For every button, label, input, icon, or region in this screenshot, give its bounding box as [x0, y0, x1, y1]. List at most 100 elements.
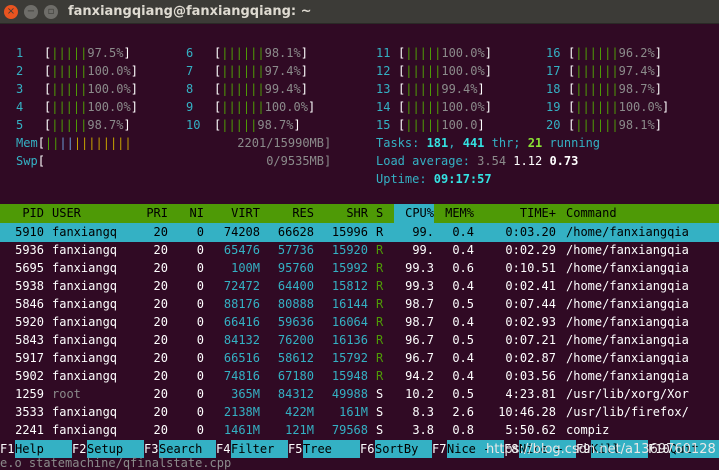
cell-time: 0:02.29 — [505, 243, 556, 257]
cpu-number: 12 — [376, 64, 391, 78]
cell-pri: 20 — [153, 315, 168, 329]
cell-s: R — [376, 261, 384, 275]
cell-cmd: /home/fanxiangqia — [566, 315, 689, 329]
uptime-line: Uptime: 09:17:57 — [376, 170, 492, 188]
fkey-action-tree[interactable]: Tree — [303, 440, 360, 458]
running-label: running — [542, 136, 601, 150]
cpu-percent: 98.1% — [618, 118, 655, 132]
fkey-action-filter[interactable]: Filter — [231, 440, 288, 458]
cell-s: S — [376, 387, 384, 401]
cpu-usage-bar: ||||| — [51, 64, 88, 78]
cpu-usage-bar: |||||| — [575, 118, 619, 132]
cpu-meter-15: 15 [|||||100.0] — [376, 118, 485, 132]
cell-cmd: /home/fanxiangqia — [566, 261, 689, 275]
cell-pri: 20 — [153, 351, 168, 365]
maximize-window-button[interactable]: ▫ — [44, 5, 58, 19]
cell-user: fanxiangq — [52, 405, 118, 419]
cpu-usage-bar: |||||| — [575, 100, 619, 114]
column-header-ni[interactable]: NI — [176, 204, 204, 223]
cell-cpu: 96.7 — [405, 351, 434, 365]
column-header-virt[interactable]: VIRT — [212, 204, 260, 223]
cpu-number: 3 — [16, 82, 24, 96]
cell-ni: 0 — [196, 333, 204, 347]
cell-virt: 1461M — [223, 423, 260, 437]
process-row[interactable]: 1259 root 20 0 365M 84312 49988 S 10.2 0.5 4:23.81… — [0, 385, 719, 404]
cpu-percent: 98.7% — [257, 118, 294, 132]
cell-pid: 5920 — [15, 315, 44, 329]
cpu-percent: 97.4% — [264, 64, 301, 78]
load-1min: 3.54 — [477, 154, 507, 168]
cell-virt: 88176 — [223, 297, 260, 311]
column-header-cmd[interactable]: Command — [566, 204, 719, 223]
process-row[interactable]: 5902 fanxiangq 20 0 74816 67180 15948 R 94.2 0.4 0… — [0, 367, 719, 386]
cell-cpu: 99. — [412, 225, 434, 239]
cell-virt: 84132 — [223, 333, 260, 347]
cell-pid: 5910 — [15, 225, 44, 239]
cell-res: 67180 — [277, 369, 314, 383]
column-header-cpu[interactable]: CPU% — [394, 204, 434, 223]
column-header-mem[interactable]: MEM% — [438, 204, 474, 223]
cell-user: fanxiangq — [52, 261, 118, 275]
column-header-pri[interactable]: PRI — [140, 204, 168, 223]
fkey-f6: F6 — [360, 442, 375, 456]
column-header-pid[interactable]: PID — [4, 204, 44, 223]
cpu-usage-bar: ||||| — [405, 118, 442, 132]
process-row[interactable]: 2241 fanxiangq 20 0 1461M 121M 79568 S 3.8 0.8 5:5… — [0, 421, 719, 440]
cell-shr: 15948 — [331, 369, 368, 383]
process-row[interactable]: 5695 fanxiangq 20 0 100M 95760 15992 R 99.3 0.6 0:… — [0, 259, 719, 278]
cpu-percent: 99.4% — [264, 82, 301, 96]
mem-meter: Mem[|||||||||||| — [16, 136, 132, 150]
fkey-action-sortby[interactable]: SortBy — [375, 440, 432, 458]
process-row[interactable]: 5920 fanxiangq 20 0 66416 59636 16064 R 98.7 0.4 0… — [0, 313, 719, 332]
minimize-window-button[interactable]: − — [24, 5, 38, 19]
column-header-shr[interactable]: SHR — [320, 204, 368, 223]
cell-cmd: /home/fanxiangqia — [566, 243, 689, 257]
cpu-meter-12: 12 [|||||100.0%] — [376, 64, 492, 78]
close-window-button[interactable]: × — [4, 5, 18, 19]
cell-pri: 20 — [153, 279, 168, 293]
process-row[interactable]: 3533 fanxiangq 20 0 2138M 422M 161M S 8.3 2.6 10:4… — [0, 403, 719, 422]
process-row[interactable]: 5936 fanxiangq 20 0 65476 57736 15920 R 99. 0.4 0:… — [0, 241, 719, 260]
terminal-area[interactable]: 1 [|||||97.5%] 2 [|||||100.0%] 3 [|||||100.0%… — [0, 24, 719, 470]
cell-virt: 66516 — [223, 351, 260, 365]
cell-s: R — [376, 351, 384, 365]
cell-pid: 5846 — [15, 297, 44, 311]
cell-shr: 161M — [339, 405, 368, 419]
cell-shr: 79568 — [331, 423, 368, 437]
cell-time: 0:03.20 — [505, 225, 556, 239]
cpu-number: 13 — [376, 82, 391, 96]
cell-s: R — [376, 297, 384, 311]
cell-res: 121M — [285, 423, 314, 437]
cell-cpu: 94.2 — [405, 369, 434, 383]
process-row[interactable]: 5846 fanxiangq 20 0 88176 80888 16144 R 98.7 0.5 0… — [0, 295, 719, 314]
process-table-header[interactable]: PID USER PRI NI VIRT RES SHR S CPU% MEM% TIME+ Comm… — [0, 204, 719, 223]
cell-shr: 16144 — [331, 297, 368, 311]
cell-cpu: 99.3 — [405, 261, 434, 275]
cell-ni: 0 — [196, 351, 204, 365]
cell-shr: 15996 — [331, 225, 368, 239]
cell-cmd: /usr/lib/firefox/ — [566, 405, 689, 419]
cpu-number: 4 — [16, 100, 24, 114]
column-header-user[interactable]: USER — [52, 204, 142, 223]
cpu-percent: 96.2% — [618, 46, 655, 60]
cell-virt: 72472 — [223, 279, 260, 293]
column-header-time[interactable]: TIME+ — [484, 204, 556, 223]
cell-pid: 5917 — [15, 351, 44, 365]
mem-bar-used: || — [44, 136, 60, 150]
cell-cpu: 99.3 — [405, 279, 434, 293]
cell-pid: 5938 — [15, 279, 44, 293]
process-row[interactable]: 5938 fanxiangq 20 0 72472 64400 15812 R 99.3 0.4 0… — [0, 277, 719, 296]
cell-time: 4:23.81 — [505, 387, 556, 401]
cpu-percent: 100.0% — [441, 64, 485, 78]
column-header-res[interactable]: RES — [266, 204, 314, 223]
column-header-s[interactable]: S — [376, 204, 388, 223]
cell-s: S — [376, 423, 384, 437]
cell-pri: 20 — [153, 243, 168, 257]
process-row[interactable]: 5843 fanxiangq 20 0 84132 76200 16136 R 96.7 0.5 0… — [0, 331, 719, 350]
process-row[interactable]: 5917 fanxiangq 20 0 66516 58612 15792 R 96.7 0.4 0… — [0, 349, 719, 368]
load-5min: 1.12 — [513, 154, 543, 168]
cpu-meter-4: 4 [|||||100.0%] — [16, 100, 138, 114]
process-row[interactable]: 5910 fanxiangq 20 0 74208 66628 15996 R 99. 0.4 0:… — [0, 223, 719, 242]
cell-cpu: 98.7 — [405, 315, 434, 329]
swp-close-bracket: ] — [324, 154, 332, 168]
